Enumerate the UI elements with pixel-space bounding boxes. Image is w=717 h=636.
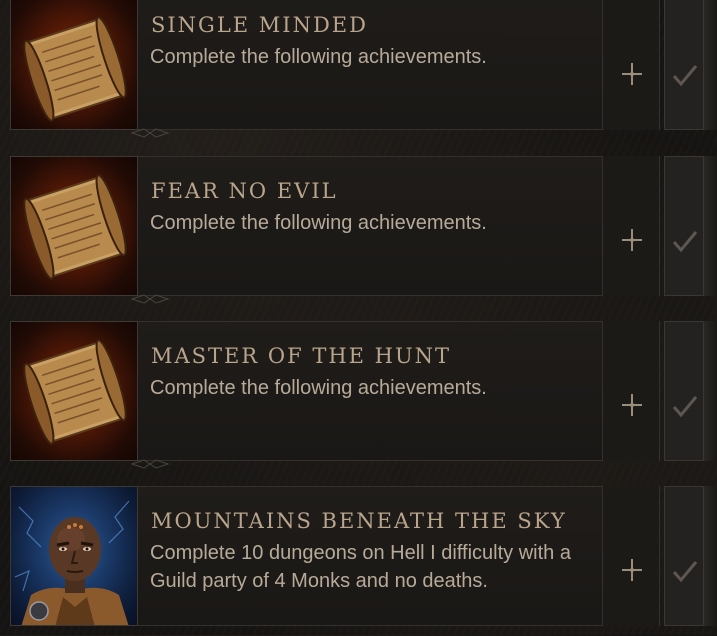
cross-icon bbox=[622, 394, 642, 416]
track-button[interactable] bbox=[602, 0, 660, 130]
achievement-row[interactable]: MOUNTAINS BENEATH THE SKY Complete 10 du… bbox=[0, 486, 717, 636]
completion-checkbox bbox=[664, 0, 704, 130]
checkmark-icon bbox=[672, 396, 698, 418]
row-edge bbox=[704, 156, 717, 296]
completion-checkbox bbox=[664, 156, 704, 296]
achievement-title: FEAR NO EVIL bbox=[151, 179, 338, 203]
monk-portrait-icon bbox=[10, 486, 138, 626]
achievement-panel: SINGLE MINDED Complete the following ach… bbox=[138, 0, 602, 130]
divider-ornament bbox=[130, 459, 170, 469]
checkmark-icon bbox=[672, 561, 698, 583]
achievement-title: SINGLE MINDED bbox=[151, 13, 368, 37]
achievement-row[interactable]: FEAR NO EVIL Complete the following achi… bbox=[0, 156, 717, 306]
row-edge bbox=[704, 321, 717, 461]
achievement-row[interactable]: MASTER OF THE HUNT Complete the followin… bbox=[0, 321, 717, 471]
scroll-icon bbox=[10, 156, 138, 296]
achievement-description: Complete the following achievements. bbox=[150, 212, 487, 234]
achievement-title: MASTER OF THE HUNT bbox=[151, 344, 452, 368]
achievement-description: Complete 10 dungeons on Hell I difficult… bbox=[150, 542, 571, 592]
achievement-panel: FEAR NO EVIL Complete the following achi… bbox=[138, 156, 602, 296]
achievement-panel: MASTER OF THE HUNT Complete the followin… bbox=[138, 321, 602, 461]
divider-ornament bbox=[130, 294, 170, 304]
track-button[interactable] bbox=[602, 156, 660, 296]
achievement-title: MOUNTAINS BENEATH THE SKY bbox=[151, 509, 567, 533]
row-edge bbox=[704, 486, 717, 626]
track-button[interactable] bbox=[602, 486, 660, 626]
achievement-row[interactable]: SINGLE MINDED Complete the following ach… bbox=[0, 0, 717, 140]
achievement-description: Complete the following achievements. bbox=[150, 377, 487, 399]
scroll-icon bbox=[10, 321, 138, 461]
divider-ornament bbox=[130, 128, 170, 138]
cross-icon bbox=[622, 229, 642, 251]
row-edge bbox=[704, 0, 717, 130]
scroll-icon bbox=[10, 0, 138, 130]
checkmark-icon bbox=[672, 231, 698, 253]
cross-icon bbox=[622, 63, 642, 85]
cross-icon bbox=[622, 559, 642, 581]
achievement-panel: MOUNTAINS BENEATH THE SKY Complete 10 du… bbox=[138, 486, 602, 626]
completion-checkbox bbox=[664, 486, 704, 626]
achievement-description: Complete the following achievements. bbox=[150, 46, 487, 68]
track-button[interactable] bbox=[602, 321, 660, 461]
completion-checkbox bbox=[664, 321, 704, 461]
achievement-list: SINGLE MINDED Complete the following ach… bbox=[0, 0, 717, 635]
checkmark-icon bbox=[672, 65, 698, 87]
